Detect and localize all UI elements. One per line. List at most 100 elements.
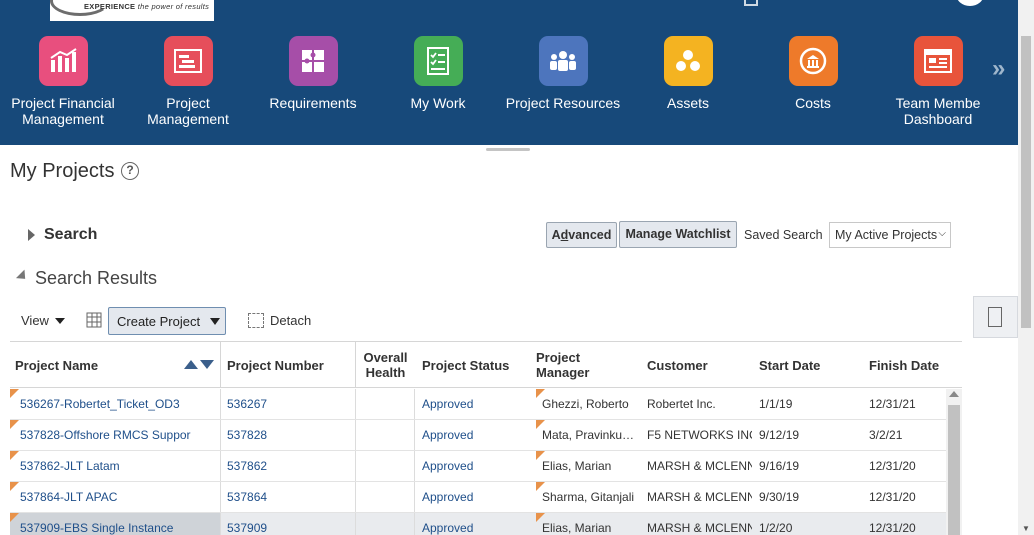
column-header-project-status[interactable]: Project Status: [422, 342, 532, 388]
project-status-link[interactable]: Approved: [422, 521, 473, 535]
project-number-link[interactable]: 537909: [227, 521, 267, 535]
customer-cell: MARSH & MCLENNAN: [647, 459, 752, 473]
gantt-icon: [163, 36, 213, 86]
table-row[interactable]: 537828-Offshore RMCS Suppor 537828 Appro…: [10, 420, 946, 451]
project-name-cell: 537909-EBS Single Instance: [10, 513, 220, 535]
detach-icon[interactable]: [248, 313, 264, 328]
project-manager-cell: Mata, Pravinku…: [536, 420, 640, 450]
project-status-cell: Approved: [422, 420, 532, 450]
company-logo[interactable]: EXPERIENCE the power of results: [50, 0, 214, 21]
project-number-link[interactable]: 536267: [227, 397, 267, 411]
sort-arrows[interactable]: [184, 360, 214, 369]
favorites-icon[interactable]: [797, 0, 811, 6]
project-status-cell: Approved: [422, 451, 532, 481]
logo-tagline: EXPERIENCE the power of results: [84, 2, 210, 11]
advanced-search-button[interactable]: Advanced: [546, 222, 617, 248]
view-menu[interactable]: View: [21, 313, 65, 328]
sort-descending-icon[interactable]: [200, 360, 214, 369]
caret-down-icon: [54, 317, 65, 324]
project-number-cell: 537909: [220, 513, 355, 535]
column-header-project-manager[interactable]: Project Manager: [536, 342, 636, 388]
finish-date-cell: 12/31/20: [869, 521, 916, 535]
project-number-cell: 537828: [220, 420, 355, 450]
app-costs[interactable]: Costs: [748, 36, 878, 111]
project-name-link[interactable]: 537862-JLT Latam: [20, 459, 120, 473]
project-status-cell: Approved: [422, 513, 532, 535]
create-project-button[interactable]: Create Project: [108, 307, 226, 335]
checklist-icon: [413, 36, 463, 86]
project-number-link[interactable]: 537864: [227, 490, 267, 504]
sort-ascending-icon[interactable]: [184, 360, 198, 369]
puzzle-icon: [288, 36, 338, 86]
app-label: Assets: [666, 95, 709, 111]
table-scrollbar[interactable]: [946, 389, 962, 535]
project-status-link[interactable]: Approved: [422, 428, 473, 442]
search-results-toggle[interactable]: Search Results: [15, 268, 157, 289]
collapse-triangle-icon: [15, 269, 30, 284]
table-row-selected[interactable]: 537909-EBS Single Instance 537909 Approv…: [10, 513, 946, 535]
column-header-project-number[interactable]: Project Number: [220, 342, 355, 388]
app-my-work[interactable]: My Work: [373, 36, 503, 111]
overall-health-cell: [355, 420, 415, 450]
help-icon[interactable]: ?: [121, 162, 139, 180]
home-icon[interactable]: [744, 0, 758, 6]
customer-cell: Robertet Inc.: [647, 397, 716, 411]
app-label: Team Membe: [895, 95, 981, 111]
finish-date-cell: 3/2/21: [869, 428, 903, 442]
flag-icon: [536, 420, 545, 429]
springboard-drag-handle[interactable]: [486, 148, 530, 151]
scroll-down-arrow-icon[interactable]: ▼: [1022, 524, 1030, 533]
column-header-overall-health[interactable]: Overall Health: [355, 342, 415, 388]
column-header-start-date[interactable]: Start Date: [759, 342, 859, 388]
app-requirements[interactable]: Requirements: [248, 36, 378, 111]
freeze-columns-icon[interactable]: [86, 312, 102, 328]
saved-search-select[interactable]: My Active Projects ⌵: [829, 222, 951, 248]
column-header-customer[interactable]: Customer: [647, 342, 747, 388]
flag-icon: [10, 389, 19, 398]
project-number-link[interactable]: 537828: [227, 428, 267, 442]
table-row[interactable]: 536267-Robertet_Ticket_OD3 536267 Approv…: [10, 389, 946, 420]
app-team-member-dashboard[interactable]: Team Membe Dashboard: [873, 36, 1003, 127]
project-number-link[interactable]: 537862: [227, 459, 267, 473]
project-name-cell: 536267-Robertet_Ticket_OD3: [10, 389, 220, 419]
app-assets[interactable]: Assets: [623, 36, 753, 111]
project-name-link[interactable]: 536267-Robertet_Ticket_OD3: [20, 397, 180, 411]
app-project-resources[interactable]: Project Resources: [498, 36, 628, 111]
more-apps-chevron-icon[interactable]: »: [992, 55, 1005, 83]
page-title: My Projects: [10, 160, 115, 182]
chart-icon: [38, 36, 88, 86]
finish-date-cell: 12/31/20: [869, 490, 916, 504]
project-name-link[interactable]: 537909-EBS Single Instance: [20, 521, 173, 535]
app-label: Requirements: [269, 95, 357, 111]
project-status-link[interactable]: Approved: [422, 490, 473, 504]
column-header-finish-date[interactable]: Finish Date: [869, 342, 949, 388]
page-scrollbar[interactable]: ▼: [1018, 0, 1034, 535]
project-name-cell: 537864-JLT APAC: [10, 482, 220, 512]
project-status-link[interactable]: Approved: [422, 397, 473, 411]
detach-button[interactable]: Detach: [270, 313, 311, 328]
app-project-financial-management[interactable]: Project Financial Management: [0, 36, 128, 127]
table-row[interactable]: 537862-JLT Latam 537862 Approved Elias, …: [10, 451, 946, 482]
project-name-cell: 537862-JLT Latam: [10, 451, 220, 481]
table-row[interactable]: 537864-JLT APAC 537864 Approved Sharma, …: [10, 482, 946, 513]
flag-icon: [536, 451, 545, 460]
scroll-up-arrow-icon[interactable]: [949, 391, 959, 397]
project-status-link[interactable]: Approved: [422, 459, 473, 473]
side-panel-toggle[interactable]: [973, 296, 1018, 338]
search-section-toggle[interactable]: Search: [28, 226, 97, 244]
manage-watchlist-button[interactable]: Manage Watchlist: [619, 221, 737, 248]
flag-icon: [10, 482, 19, 491]
table-header: Project Name Project Number Overall Healt…: [10, 341, 962, 388]
project-name-link[interactable]: 537864-JLT APAC: [20, 490, 117, 504]
page-scrollbar-thumb[interactable]: [1021, 36, 1031, 328]
flag-icon: [536, 482, 545, 491]
project-manager-cell: Elias, Marian: [536, 451, 640, 481]
app-project-management[interactable]: Project Management: [123, 36, 253, 127]
table-scrollbar-thumb[interactable]: [948, 405, 960, 535]
create-project-label: Create Project: [117, 313, 201, 329]
project-name-link[interactable]: 537828-Offshore RMCS Suppor: [20, 428, 191, 442]
customer-cell: F5 NETWORKS INC: [647, 428, 752, 442]
start-date-cell: 1/2/20: [759, 521, 793, 535]
start-date-cell: 9/30/19: [759, 490, 800, 504]
user-avatar[interactable]: [956, 0, 984, 6]
